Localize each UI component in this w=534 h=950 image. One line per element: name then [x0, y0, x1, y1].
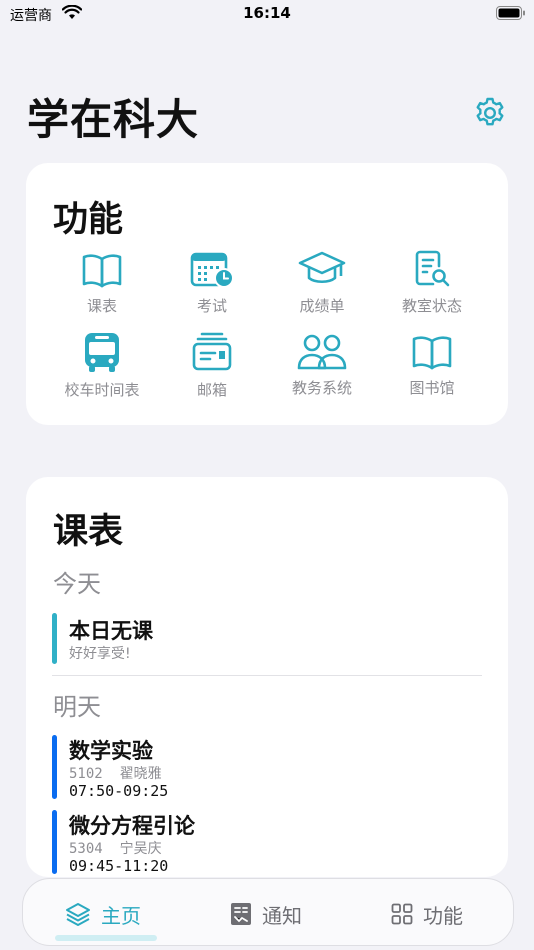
status-time: 16:14	[243, 4, 291, 22]
course-color-bar	[52, 735, 57, 799]
course-time: 07:50-09:25	[69, 782, 169, 800]
course-location: 5304	[69, 841, 103, 857]
tab-functions[interactable]: 功能	[391, 897, 463, 931]
course-teacher: 宁吴庆	[119, 841, 162, 857]
function-mailbox[interactable]: 邮箱	[157, 331, 267, 400]
course-time: 09:45-11:20	[69, 857, 169, 875]
course-note: 好好享受!	[69, 646, 131, 662]
function-library[interactable]: 图书馆	[377, 333, 487, 398]
function-shuttle-timetable[interactable]: 校车时间表	[47, 331, 157, 400]
functions-title: 功能	[53, 200, 124, 240]
schedule-title: 课表	[53, 512, 124, 552]
active-tab-indicator	[55, 935, 157, 941]
layers-icon	[66, 903, 90, 926]
functions-card: 功能 课表 考试 成绩单 教室状态 校车时间表 邮箱 教务系统 图书馆	[26, 163, 508, 425]
tab-home[interactable]: 主页	[65, 897, 141, 931]
battery-icon	[496, 6, 525, 20]
course-item[interactable]: 微分方程引论 5304 宁吴庆 09:45-11:20	[52, 810, 472, 875]
book-icon	[82, 254, 122, 288]
page-title: 学在科大	[27, 95, 200, 144]
tomorrow-label: 明天	[53, 693, 101, 721]
function-academic-system[interactable]: 教务系统	[267, 333, 377, 398]
calendar-clock-icon	[190, 252, 234, 288]
course-color-bar	[52, 613, 57, 664]
function-classroom-status[interactable]: 教室状态	[377, 249, 487, 316]
course-name: 微分方程引论	[69, 814, 195, 838]
course-location-teacher: 5102 翟晓雅	[69, 763, 162, 783]
grid-icon	[391, 903, 413, 925]
course-name: 数学实验	[69, 739, 153, 763]
today-label: 今天	[53, 570, 101, 598]
course-teacher: 翟晓雅	[119, 766, 162, 782]
function-schedule[interactable]: 课表	[47, 251, 157, 316]
tab-notifications[interactable]: 通知	[230, 897, 302, 931]
people-icon	[297, 334, 347, 370]
status-bar: 运营商 16:14	[0, 0, 534, 30]
gear-icon[interactable]	[473, 96, 507, 130]
document-search-icon	[415, 250, 450, 287]
bus-icon	[85, 333, 119, 372]
function-transcript[interactable]: 成绩单	[267, 249, 377, 316]
course-location: 5102	[69, 766, 103, 782]
schedule-card: 课表 今天 本日无课 好好享受! 明天 数学实验 5102 翟晓雅 07:50-…	[26, 477, 508, 877]
divider	[52, 675, 482, 676]
graduation-cap-icon	[298, 251, 346, 284]
course-color-bar	[52, 810, 57, 874]
course-name: 本日无课	[69, 619, 153, 643]
course-item[interactable]: 数学实验 5102 翟晓雅 07:50-09:25	[52, 735, 472, 800]
course-item[interactable]: 本日无课 好好享受!	[52, 613, 472, 665]
tab-bar: 主页 通知 功能	[22, 878, 514, 946]
open-book-icon	[412, 336, 452, 370]
course-location-teacher: 5304 宁吴庆	[69, 838, 162, 858]
function-exam[interactable]: 考试	[157, 251, 267, 316]
mailbox-icon	[192, 332, 232, 371]
newspaper-icon	[231, 903, 251, 925]
